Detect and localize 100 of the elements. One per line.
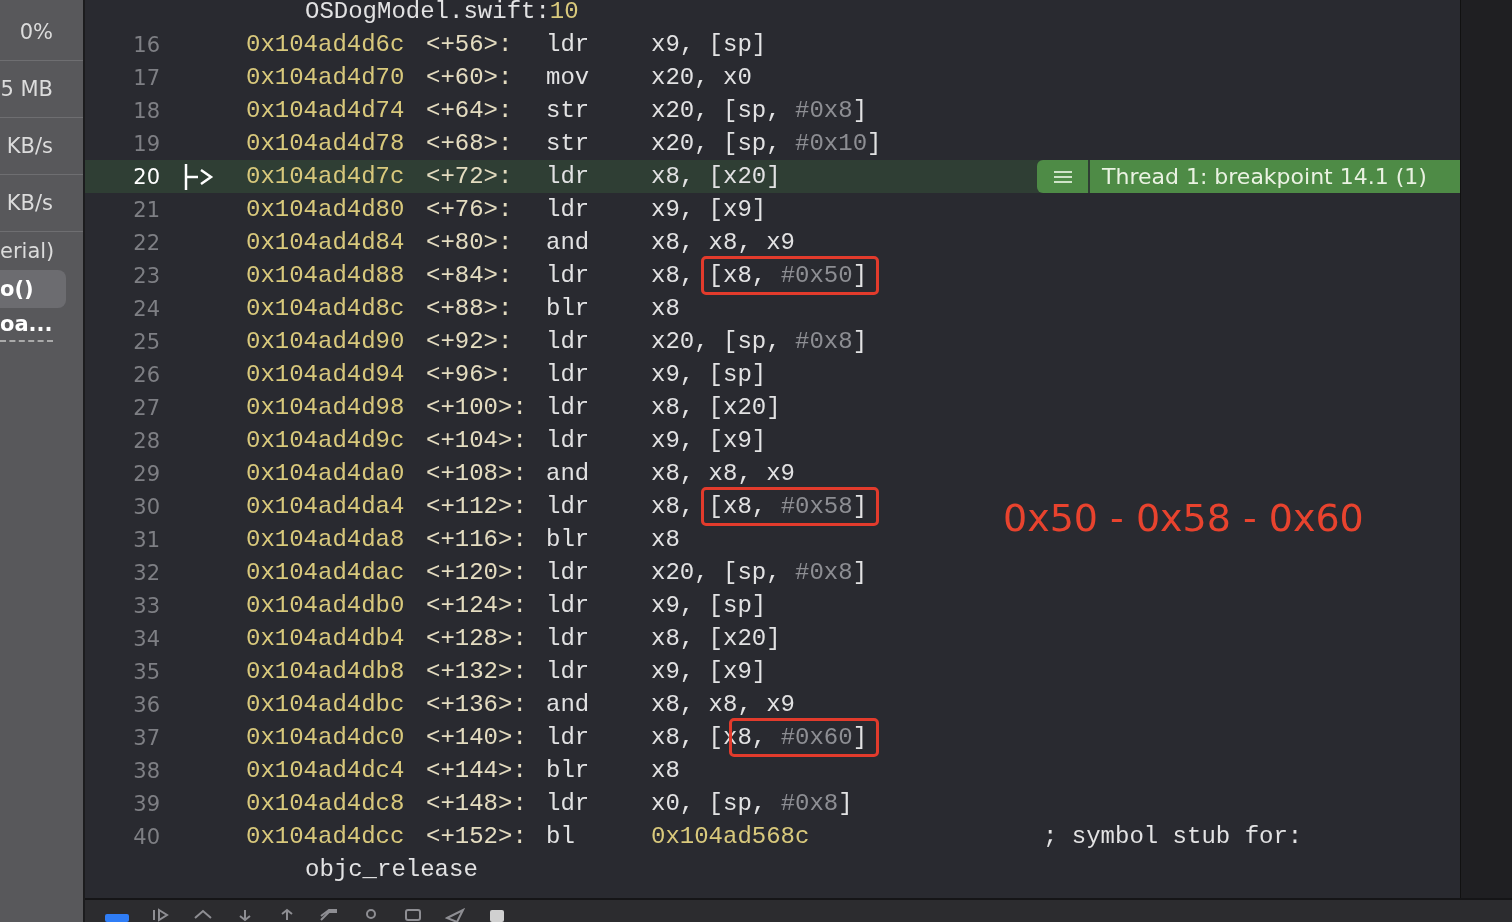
instruction-address: 0x104ad4dc4 (246, 757, 405, 784)
code-comment: ; symbol stub for: (1043, 823, 1303, 850)
line-number: 16 (133, 32, 160, 57)
line-number: 26 (133, 362, 160, 387)
instruction-mnemonic: bl (546, 823, 575, 850)
instruction-operands: x20, [sp, #0x8] (651, 559, 868, 586)
instruction-mnemonic: ldr (546, 658, 590, 685)
instruction-address: 0x104ad4d7c (246, 163, 405, 190)
sidebar-item[interactable]: oa... (0, 308, 83, 346)
instruction-address: 0x104ad4dc8 (246, 790, 405, 817)
instruction-operands: x9, [sp] (651, 31, 767, 58)
line-number: 35 (133, 659, 160, 684)
instruction-operands: x20, [sp, #0x10] (651, 130, 882, 157)
instruction-address: 0x104ad4d8c (246, 295, 405, 322)
instruction-operands: x8, [x20] (651, 163, 781, 190)
instruction-mnemonic: ldr (546, 394, 590, 421)
instruction-offset: <+84>: (426, 262, 513, 289)
instruction-offset: <+112>: (426, 493, 527, 520)
instruction-offset: <+136>: (426, 691, 527, 718)
instruction-operands: x8, [x8, #0x50] (651, 262, 868, 289)
instruction-address: 0x104ad4d78 (246, 130, 405, 157)
instruction-operands: x8 (651, 295, 680, 322)
step-over-icon[interactable] (193, 908, 213, 922)
symbol-name: objc_release (305, 856, 478, 883)
breakpoints-icon[interactable] (105, 912, 129, 922)
instruction-address: 0x104ad4db0 (246, 592, 405, 619)
instruction-address: 0x104ad4dcc (246, 823, 405, 850)
instruction-mnemonic: ldr (546, 262, 590, 289)
instruction-mnemonic: blr (546, 295, 590, 322)
instruction-address: 0x104ad4d94 (246, 361, 405, 388)
breakpoint-banner: Thread 1: breakpoint 14.1 (1) (1090, 160, 1460, 193)
instruction-offset: <+128>: (426, 625, 527, 652)
instruction-operands: x8, [x20] (651, 625, 781, 652)
line-number: 28 (133, 428, 160, 453)
instruction-offset: <+80>: (426, 229, 513, 256)
window-icon[interactable] (403, 908, 423, 922)
instruction-address: 0x104ad4d80 (246, 196, 405, 223)
line-number: 19 (133, 131, 160, 156)
instruction-offset: <+124>: (426, 592, 527, 619)
instruction-address: 0x104ad4db4 (246, 625, 405, 652)
instruction-address: 0x104ad4db8 (246, 658, 405, 685)
instruction-mnemonic: ldr (546, 493, 590, 520)
instruction-operands: x8 (651, 526, 680, 553)
gauge-value[interactable]: 0% (0, 4, 83, 61)
line-number: 33 (133, 593, 160, 618)
instruction-address: 0x104ad4d6c (246, 31, 405, 58)
instruction-address: 0x104ad4dac (246, 559, 405, 586)
stack-frame[interactable]: o() (0, 270, 66, 308)
instruction-operands: x20, [sp, #0x8] (651, 328, 868, 355)
instruction-mnemonic: ldr (546, 625, 590, 652)
line-number: 18 (133, 98, 160, 123)
stack-frame[interactable]: erial) (0, 232, 83, 270)
instruction-operands: x8, [x20] (651, 394, 781, 421)
instruction-operands: x8, x8, x9 (651, 460, 796, 487)
line-number: 23 (133, 263, 160, 288)
instruction-address: 0x104ad4d88 (246, 262, 405, 289)
line-number: 36 (133, 692, 160, 717)
instruction-offset: <+116>: (426, 526, 527, 553)
instruction-mnemonic: ldr (546, 196, 590, 223)
instruction-mnemonic: str (546, 130, 590, 157)
instruction-address: 0x104ad4d84 (246, 229, 405, 256)
instruction-address: 0x104ad4d90 (246, 328, 405, 355)
line-number: 27 (133, 395, 160, 420)
instruction-address: 0x104ad4dbc (246, 691, 405, 718)
instruction-operands: x20, [sp, #0x8] (651, 97, 868, 124)
instruction-address: 0x104ad4d98 (246, 394, 405, 421)
line-number: 29 (133, 461, 160, 486)
line-number: 39 (133, 791, 160, 816)
instruction-address: 0x104ad4d9c (246, 427, 405, 454)
instruction-address: 0x104ad4d70 (246, 64, 405, 91)
instruction-offset: <+76>: (426, 196, 513, 223)
gauge-value[interactable]: 5 MB (0, 61, 83, 118)
instruction-offset: <+132>: (426, 658, 527, 685)
continue-icon[interactable] (151, 908, 171, 922)
instruction-mnemonic: ldr (546, 328, 590, 355)
instruction-offset: <+56>: (426, 31, 513, 58)
instruction-offset: <+148>: (426, 790, 527, 817)
instruction-address: 0x104ad4da0 (246, 460, 405, 487)
line-number: 22 (133, 230, 160, 255)
instruction-mnemonic: blr (546, 757, 590, 784)
instruction-operands: x9, [sp] (651, 592, 767, 619)
instruction-mnemonic: ldr (546, 31, 590, 58)
line-number: 30 (133, 494, 160, 519)
instruction-mnemonic: ldr (546, 592, 590, 619)
annotation-text: 0x50 - 0x58 - 0x60 (1003, 496, 1364, 540)
instruction-mnemonic: ldr (546, 559, 590, 586)
line-number: 25 (133, 329, 160, 354)
instruction-mnemonic: str (546, 97, 590, 124)
instruction-offset: <+104>: (426, 427, 527, 454)
menu-icon[interactable] (1037, 160, 1088, 193)
gauge-value[interactable]: KB/s (0, 118, 83, 175)
instruction-offset: <+144>: (426, 757, 527, 784)
line-number: 20 (133, 164, 160, 189)
instruction-mnemonic: and (546, 229, 590, 256)
line-number: 31 (133, 527, 160, 552)
instruction-operands: x9, [x9] (651, 427, 767, 454)
instruction-mnemonic: ldr (546, 790, 590, 817)
gauge-value[interactable]: KB/s (0, 175, 83, 232)
line-number: 37 (133, 725, 160, 750)
instruction-operands: x9, [sp] (651, 361, 767, 388)
